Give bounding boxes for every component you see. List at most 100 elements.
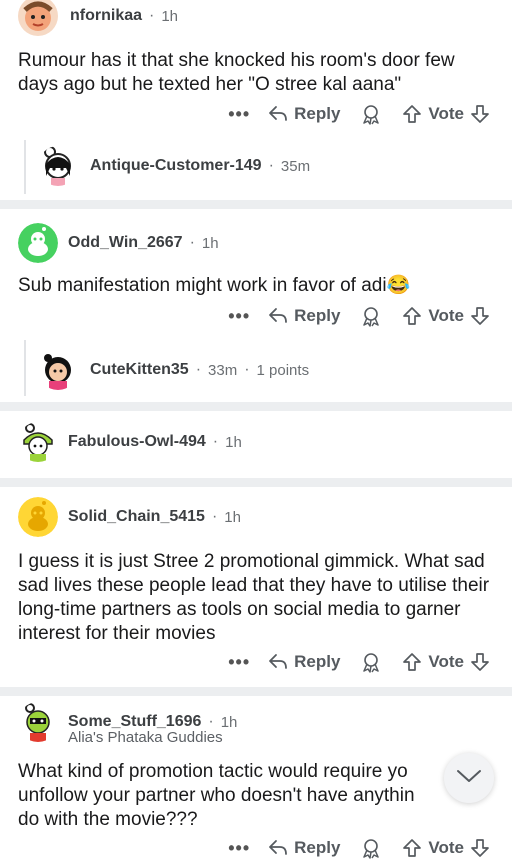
scroll-down-button[interactable] bbox=[444, 753, 494, 803]
separator-dot: · bbox=[149, 7, 155, 24]
child-comment-author[interactable]: Antique-Customer-149 bbox=[90, 157, 262, 175]
more-options-icon[interactable]: ••• bbox=[228, 839, 250, 857]
comment-actions: ••• Reply Vote bbox=[228, 649, 490, 675]
more-options-icon[interactable]: ••• bbox=[228, 105, 250, 123]
reply-arrow-icon bbox=[268, 307, 288, 325]
chevron-down-icon bbox=[456, 768, 482, 789]
comment-separator bbox=[0, 200, 512, 209]
downvote-arrow-icon bbox=[470, 306, 490, 326]
comment-author[interactable]: nfornikaa bbox=[70, 7, 142, 25]
separator-dot: · bbox=[244, 361, 250, 378]
comment-body: What kind of promotion tactic would requ… bbox=[18, 760, 494, 832]
child-comment-time: 35m bbox=[280, 157, 311, 175]
award-icon bbox=[360, 651, 382, 673]
award-icon bbox=[360, 305, 382, 327]
reply-label: Reply bbox=[294, 838, 341, 857]
user-flair: Alia's Phataka Guddies bbox=[68, 729, 223, 746]
separator-dot: · bbox=[212, 433, 219, 450]
child-comment-author[interactable]: CuteKitten35 bbox=[90, 361, 189, 379]
upvote-arrow-icon bbox=[402, 652, 422, 672]
comment-actions: ••• Reply Vote bbox=[228, 835, 490, 859]
downvote-button[interactable] bbox=[470, 838, 490, 858]
separator-dot: · bbox=[211, 508, 218, 525]
upvote-button[interactable] bbox=[402, 104, 422, 124]
comment-time: 1h bbox=[225, 433, 242, 451]
avatar[interactable] bbox=[18, 702, 58, 742]
avatar[interactable] bbox=[18, 0, 58, 36]
comment-author[interactable]: Fabulous-Owl-494 bbox=[68, 433, 206, 451]
comment-card: Odd_Win_2667 · 1h Sub manifestation migh… bbox=[0, 209, 512, 402]
avatar[interactable] bbox=[38, 146, 78, 186]
upvote-button[interactable] bbox=[402, 838, 422, 858]
comment-header: Odd_Win_2667 · 1h bbox=[18, 223, 219, 263]
reply-arrow-icon bbox=[268, 105, 288, 123]
comment-separator bbox=[0, 478, 512, 487]
reply-button[interactable]: Reply bbox=[268, 652, 340, 672]
vote-label: Vote bbox=[428, 306, 464, 325]
more-options-icon[interactable]: ••• bbox=[228, 307, 250, 325]
upvote-button[interactable] bbox=[402, 652, 422, 672]
separator-dot: · bbox=[195, 361, 202, 378]
avatar[interactable] bbox=[38, 350, 78, 390]
laughing-emoji: 😂 bbox=[386, 275, 411, 296]
downvote-button[interactable] bbox=[470, 652, 490, 672]
comment-text: Sub manifestation might work in favor of… bbox=[18, 275, 387, 296]
avatar[interactable] bbox=[18, 497, 58, 537]
child-comment-header[interactable]: Antique-Customer-149 · 35m bbox=[38, 146, 310, 186]
upvote-arrow-icon bbox=[402, 838, 422, 858]
comment-actions: ••• Reply Vote bbox=[228, 101, 490, 127]
reply-button[interactable]: Reply bbox=[268, 104, 340, 124]
comment-card: Some_Stuff_1696 · 1h Alia's Phataka Gudd… bbox=[0, 696, 512, 859]
child-comment-time: 33m bbox=[208, 361, 238, 379]
reply-label: Reply bbox=[294, 652, 341, 671]
comment-separator bbox=[0, 687, 512, 696]
downvote-arrow-icon bbox=[470, 104, 490, 124]
more-options-icon[interactable]: ••• bbox=[228, 653, 250, 671]
reply-button[interactable]: Reply bbox=[268, 838, 340, 858]
comment-time: 1h bbox=[161, 7, 179, 25]
award-button[interactable] bbox=[360, 305, 382, 327]
comment-header: Solid_Chain_5415 · 1h bbox=[18, 497, 241, 537]
reply-button[interactable]: Reply bbox=[268, 306, 340, 326]
downvote-button[interactable] bbox=[470, 306, 490, 326]
award-button[interactable] bbox=[360, 103, 382, 125]
avatar[interactable] bbox=[18, 422, 58, 462]
comment-time: 1h bbox=[224, 508, 241, 526]
comment-header: nfornikaa · 1h bbox=[18, 0, 178, 36]
comment-time: 1h bbox=[220, 713, 238, 731]
upvote-arrow-icon bbox=[402, 306, 422, 326]
comment-time: 1h bbox=[201, 234, 219, 252]
comment-line: unfollow your partner who doesn't have a… bbox=[18, 785, 415, 806]
reply-label: Reply bbox=[294, 104, 341, 123]
separator-dot: · bbox=[268, 157, 274, 174]
child-comment-header[interactable]: CuteKitten35 · 33m · 1 points bbox=[38, 350, 309, 390]
downvote-arrow-icon bbox=[470, 838, 490, 858]
vote-label: Vote bbox=[428, 838, 464, 857]
separator-dot: · bbox=[189, 234, 195, 251]
comment-author[interactable]: Solid_Chain_5415 bbox=[68, 508, 205, 526]
comment-card: Solid_Chain_5415 · 1h I guess it is just… bbox=[0, 487, 512, 687]
comment-card: nfornikaa · 1h Rumour has it that she kn… bbox=[0, 0, 512, 200]
downvote-arrow-icon bbox=[470, 652, 490, 672]
upvote-button[interactable] bbox=[402, 306, 422, 326]
comment-line: What kind of promotion tactic would requ… bbox=[18, 761, 408, 782]
comment-separator bbox=[0, 402, 512, 411]
upvote-arrow-icon bbox=[402, 104, 422, 124]
award-button[interactable] bbox=[360, 837, 382, 859]
comment-header: Fabulous-Owl-494 · 1h bbox=[18, 422, 242, 462]
award-button[interactable] bbox=[360, 651, 382, 673]
reply-arrow-icon bbox=[268, 653, 288, 671]
child-comment-points: 1 points bbox=[256, 361, 310, 379]
reply-label: Reply bbox=[294, 306, 341, 325]
vote-label: Vote bbox=[428, 104, 464, 123]
comment-body: Rumour has it that she knocked his room'… bbox=[18, 50, 455, 95]
comment-author[interactable]: Odd_Win_2667 bbox=[68, 234, 183, 252]
vote-label: Vote bbox=[428, 652, 464, 671]
comment-body: Sub manifestation might work in favor of… bbox=[18, 274, 494, 298]
award-icon bbox=[360, 837, 382, 859]
comment-actions: ••• Reply Vote bbox=[228, 303, 490, 329]
downvote-button[interactable] bbox=[470, 104, 490, 124]
avatar[interactable] bbox=[18, 223, 58, 263]
comment-card-collapsed[interactable]: Fabulous-Owl-494 · 1h bbox=[0, 411, 512, 478]
thread-line bbox=[24, 340, 26, 396]
